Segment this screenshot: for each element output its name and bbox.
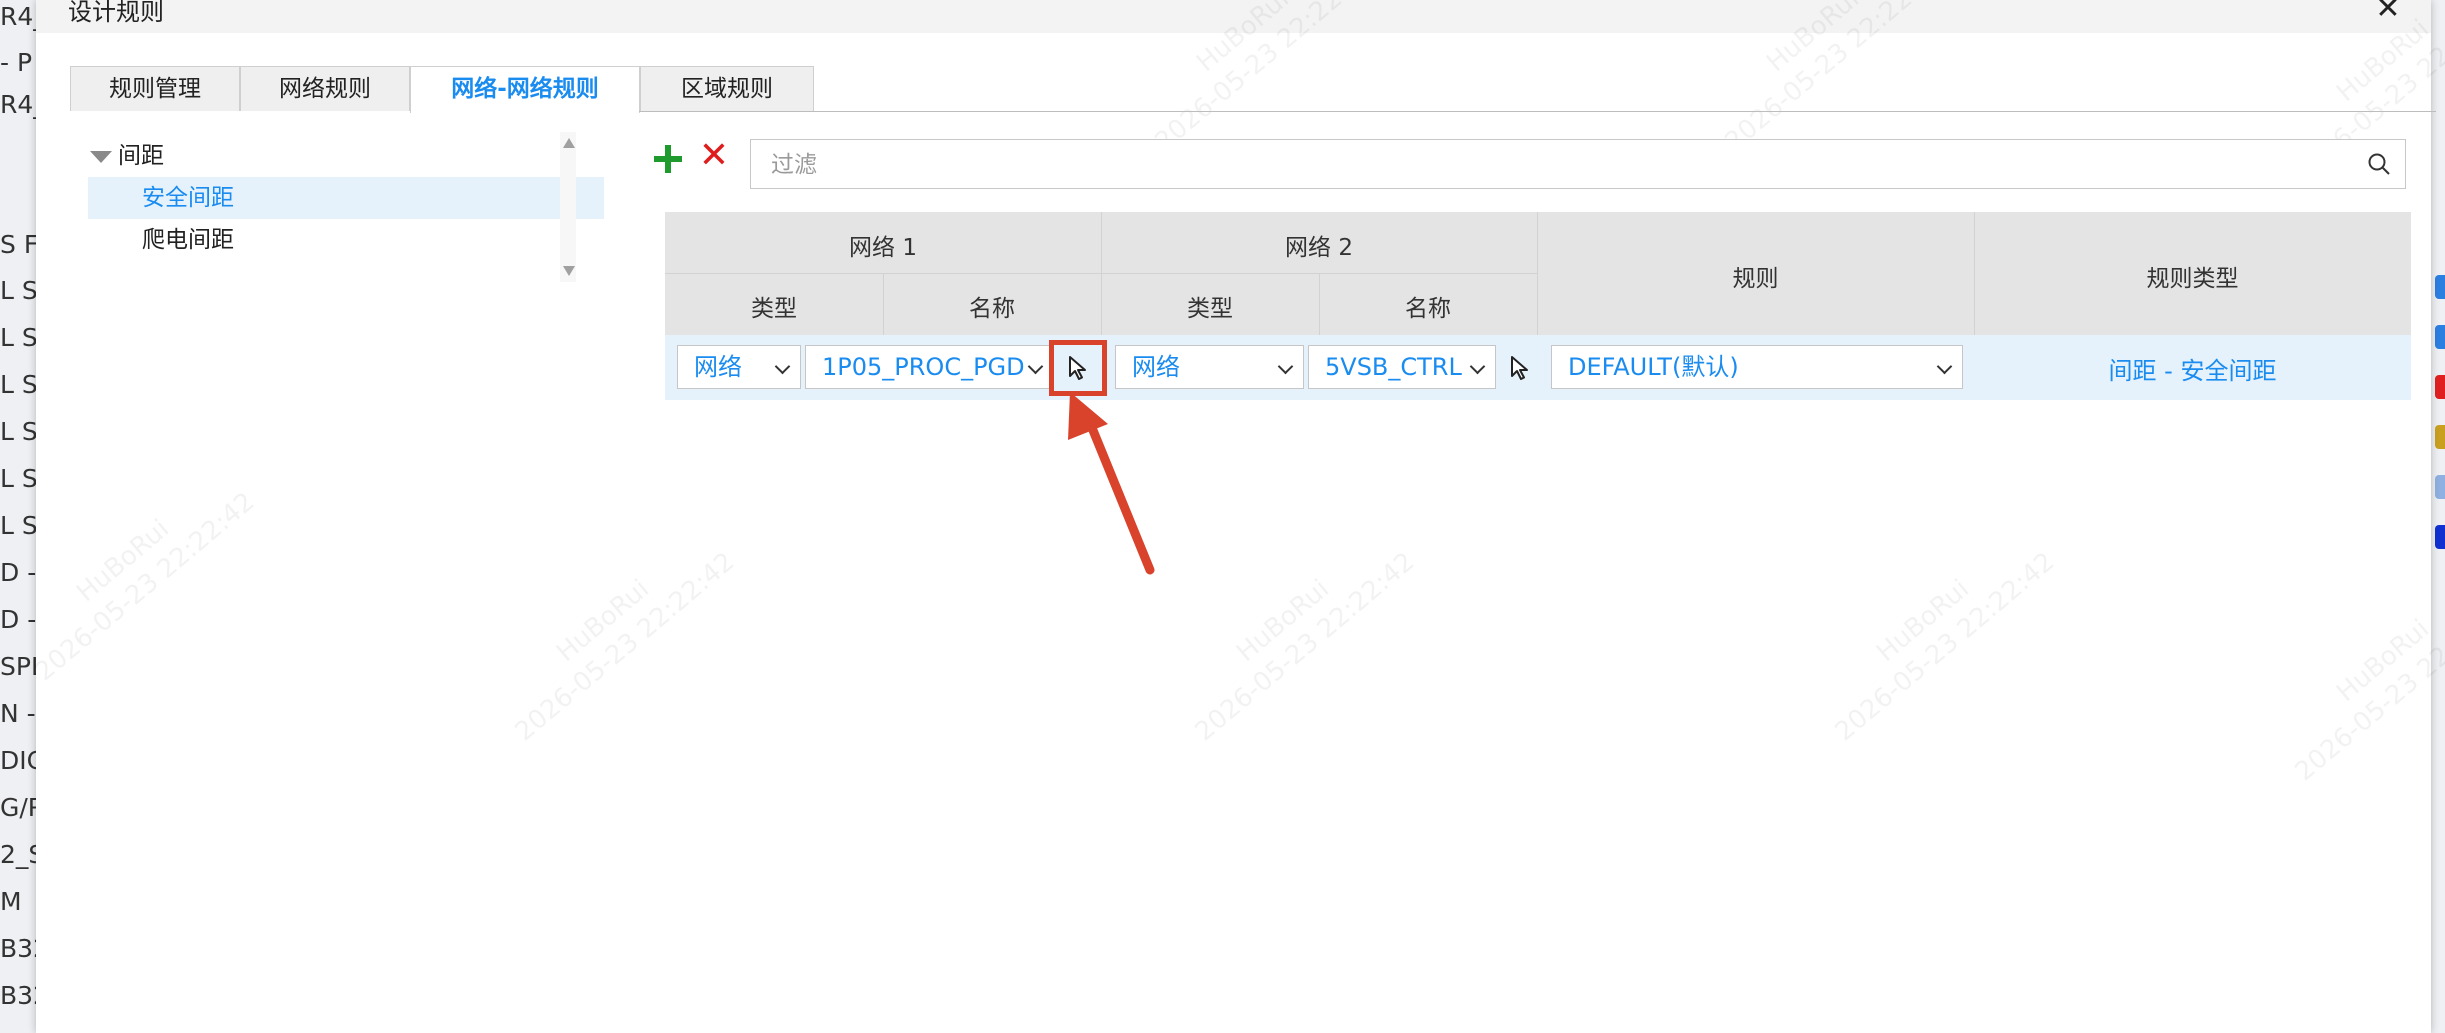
header-divider bbox=[1974, 212, 1975, 335]
background-row: S F bbox=[0, 230, 36, 259]
background-row: 2_SA bbox=[0, 840, 36, 869]
header-divider bbox=[1101, 212, 1102, 335]
watermark: HuBoRui 2026-05-23 22:22:42 bbox=[509, 546, 741, 748]
header-rule[interactable]: 规则 bbox=[1537, 259, 1974, 293]
header-divider bbox=[1537, 212, 1538, 335]
filter-field[interactable] bbox=[750, 139, 2406, 189]
annotation-highlight-box bbox=[1049, 340, 1107, 396]
expand-caret-icon[interactable] bbox=[90, 151, 112, 163]
header-divider bbox=[883, 274, 884, 335]
background-window-list: R4_U - P R4_U S F L S L S L S L S L S L … bbox=[0, 0, 36, 1033]
background-row: R4_U bbox=[0, 90, 36, 119]
background-row: L S bbox=[0, 370, 36, 399]
tree-node-label: 爬电间距 bbox=[142, 227, 234, 253]
background-row: SPLA bbox=[0, 652, 36, 681]
tab-net-to-net-rules[interactable]: 网络-网络规则 bbox=[410, 66, 640, 113]
net1-name-select[interactable]: 1P05_PROC_PGD bbox=[805, 345, 1054, 389]
background-row: L S bbox=[0, 464, 36, 493]
color-swatch bbox=[2435, 325, 2445, 349]
header-net2-type[interactable]: 类型 bbox=[1101, 289, 1319, 323]
header-net1-name[interactable]: 名称 bbox=[883, 289, 1101, 323]
watermark: HuBoRui 2026-05-23 22:22:42 bbox=[2289, 586, 2445, 788]
background-row: G/P bbox=[0, 793, 36, 822]
header-net2-name[interactable]: 名称 bbox=[1319, 289, 1537, 323]
background-row: B32 bbox=[0, 981, 36, 1010]
header-net1-type[interactable]: 类型 bbox=[665, 289, 883, 323]
dialog-titlebar: 设计规则 ✕ bbox=[36, 0, 2431, 33]
color-swatch bbox=[2435, 275, 2445, 299]
chevron-down-icon bbox=[1469, 358, 1486, 375]
tab-region-rules[interactable]: 区域规则 bbox=[640, 66, 814, 111]
background-row: L S bbox=[0, 417, 36, 446]
rule-type-link[interactable]: 间距 - 安全间距 bbox=[1974, 351, 2411, 386]
select-value: DEFAULT(默认) bbox=[1568, 353, 1739, 381]
chevron-down-icon bbox=[1277, 358, 1294, 375]
select-value: 网络 bbox=[1132, 353, 1180, 381]
chevron-down-icon bbox=[774, 358, 791, 375]
background-row: L S bbox=[0, 323, 36, 352]
net2-name-select[interactable]: 5VSB_CTRL bbox=[1308, 345, 1496, 389]
net1-type-select[interactable]: 网络 bbox=[677, 345, 801, 389]
rule-category-tree: 间距 安全间距 爬电间距 bbox=[88, 132, 604, 282]
header-net1: 网络 1 bbox=[849, 235, 917, 261]
tree-node-spacing[interactable]: 间距 bbox=[88, 135, 604, 177]
tree-scrollbar[interactable] bbox=[560, 132, 576, 282]
background-row: D - I bbox=[0, 558, 36, 587]
tab-rule-management[interactable]: 规则管理 bbox=[70, 66, 240, 111]
select-value: 5VSB_CTRL bbox=[1325, 353, 1462, 381]
filter-input[interactable] bbox=[769, 146, 2343, 184]
tree-node-label: 间距 bbox=[118, 143, 164, 169]
design-rules-dialog: 设计规则 ✕ HuBoRui 2026-05-23 22:22:42 HuBoRu… bbox=[30, 0, 2445, 1033]
search-icon[interactable] bbox=[2367, 152, 2391, 176]
tree-node-creepage-spacing[interactable]: 爬电间距 bbox=[88, 219, 604, 261]
add-rule-button[interactable] bbox=[650, 141, 686, 177]
select-value: 网络 bbox=[694, 353, 742, 381]
tabs-divider bbox=[639, 111, 2436, 112]
header-rule-type[interactable]: 规则类型 bbox=[1974, 259, 2411, 293]
header-net2: 网络 2 bbox=[1285, 235, 1353, 261]
color-swatch bbox=[2435, 375, 2445, 399]
annotation-arrow-icon bbox=[1068, 392, 1155, 575]
watermark: HuBoRui 2026-05-23 22:22:42 bbox=[1189, 546, 1421, 748]
watermark: HuBoRui 2026-05-23 22:22:42 bbox=[29, 486, 261, 688]
background-row: N - bbox=[0, 699, 36, 728]
chevron-down-icon bbox=[1027, 358, 1044, 375]
net2-type-select[interactable]: 网络 bbox=[1115, 345, 1304, 389]
table-row[interactable]: 网络 1P05_PROC_PGD 网络 5VSB_CTRL DEFAULT(默认… bbox=[665, 335, 2411, 400]
background-row: L S bbox=[0, 511, 36, 540]
rules-table-header: 网络 1 网络 2 类型 名称 类型 名称 规则 规则类型 bbox=[665, 212, 2411, 335]
watermark: HuBoRui 2026-05-23 22:22:42 bbox=[1829, 546, 2061, 748]
background-row: R4_U bbox=[0, 2, 36, 31]
net2-pick-cursor-icon[interactable] bbox=[1499, 345, 1537, 389]
background-row: D - I bbox=[0, 605, 36, 634]
color-swatch bbox=[2435, 425, 2445, 449]
dialog-title: 设计规则 bbox=[68, 0, 164, 26]
scroll-up-icon[interactable] bbox=[563, 138, 575, 148]
background-row: - P bbox=[0, 48, 33, 77]
tree-node-label: 安全间距 bbox=[142, 185, 234, 211]
tab-net-rules[interactable]: 网络规则 bbox=[240, 66, 410, 111]
color-swatch bbox=[2435, 525, 2445, 549]
tree-node-safety-spacing[interactable]: 安全间距 bbox=[88, 177, 604, 219]
color-swatch bbox=[2435, 475, 2445, 499]
rule-select[interactable]: DEFAULT(默认) bbox=[1551, 345, 1963, 389]
close-button[interactable]: ✕ bbox=[2373, 0, 2403, 24]
background-window-edge bbox=[2431, 0, 2445, 1033]
select-value: 1P05_PROC_PGD bbox=[822, 353, 1025, 381]
background-row: L S bbox=[0, 276, 36, 305]
background-row: B32 bbox=[0, 934, 36, 963]
chevron-down-icon bbox=[1936, 358, 1953, 375]
header-divider bbox=[1319, 274, 1320, 335]
background-row: DIC bbox=[0, 746, 36, 775]
background-row: M bbox=[0, 887, 22, 916]
delete-rule-button[interactable]: ✕ bbox=[696, 136, 732, 176]
scroll-down-icon[interactable] bbox=[563, 266, 575, 276]
